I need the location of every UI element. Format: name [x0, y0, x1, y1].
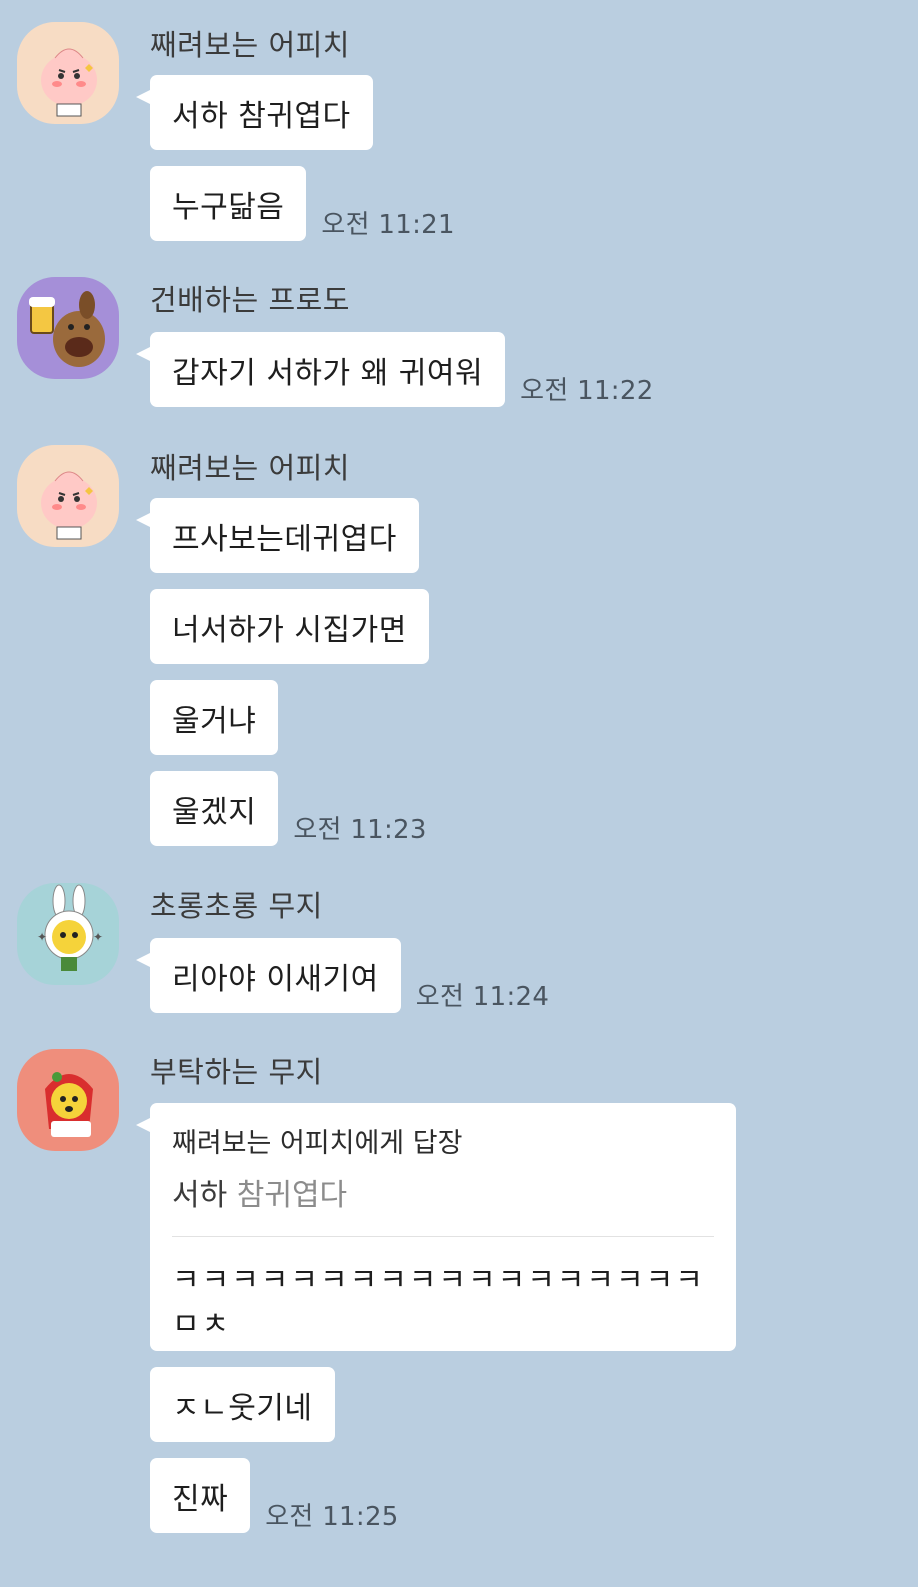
message-row: 째려보는 어피치에게 답장 서하 참귀엽다 ㅋㅋㅋㅋㅋㅋㅋㅋㅋㅋㅋㅋㅋㅋㅋㅋㅋㅋ…	[136, 1103, 736, 1351]
sender-name: 째려보는 어피치	[150, 28, 350, 62]
quoted-message: 서하 참귀엽다	[172, 1170, 714, 1214]
message-row: 갑자기 서하가 왜 귀여워 오전 11:22	[135, 332, 654, 407]
apeach-avatar-icon[interactable]	[17, 445, 119, 547]
svg-text:✦: ✦	[37, 930, 47, 944]
muzi-avatar-icon[interactable]: ✦ ✦	[17, 883, 119, 985]
quoted-text: 참귀엽다	[227, 1178, 348, 1213]
sender-name: 건배하는 프로도	[150, 283, 350, 317]
message-row: 서하 참귀엽다	[136, 75, 373, 150]
message-row: 울거냐	[150, 680, 279, 755]
timestamp: 오전 11:25	[265, 1502, 399, 1532]
message-row: 누구닮음 오전 11:21	[150, 166, 455, 241]
reply-to-label: 째려보는 어피치에게 답장	[172, 1128, 463, 1159]
frodo-avatar-icon[interactable]	[17, 277, 119, 379]
message-row: ㅈㄴ웃기네	[150, 1367, 335, 1442]
message-bubble[interactable]: 갑자기 서하가 왜 귀여워	[135, 332, 506, 407]
message-row: 울겠지 오전 11:23	[150, 771, 427, 846]
timestamp: 오전 11:22	[520, 376, 654, 406]
reply-text: ㅋㅋㅋㅋㅋㅋㅋㅋㅋㅋㅋㅋㅋㅋㅋㅋㅋㅋ ㅁㅊ	[172, 1263, 705, 1342]
timestamp: 오전 11:21	[321, 210, 455, 240]
reply-divider	[172, 1236, 714, 1237]
message-bubble[interactable]: 리아야 이새기여	[136, 938, 401, 1013]
quoted-highlight: 서하	[172, 1178, 228, 1213]
sender-name: 초롱초롱 무지	[150, 889, 323, 923]
message-bubble[interactable]: 너서하가 시집가면	[150, 589, 429, 664]
muzi-please-avatar-icon[interactable]	[17, 1049, 119, 1151]
message-row: 진짜 오전 11:25	[150, 1458, 399, 1533]
sender-name: 째려보는 어피치	[150, 451, 350, 485]
message-bubble[interactable]: 프사보는데귀엽다	[136, 498, 419, 573]
message-bubble[interactable]: 서하 참귀엽다	[136, 75, 373, 150]
message-row: 너서하가 시집가면	[150, 589, 429, 664]
apeach-avatar-icon[interactable]	[17, 22, 119, 124]
message-bubble[interactable]: 울겠지	[150, 771, 279, 846]
message-bubble[interactable]: 울거냐	[150, 680, 279, 755]
message-row: 리아야 이새기여 오전 11:24	[136, 938, 550, 1013]
message-row: 프사보는데귀엽다	[136, 498, 419, 573]
message-bubble[interactable]: 누구닮음	[150, 166, 307, 241]
timestamp: 오전 11:24	[415, 982, 550, 1012]
sender-name: 부탁하는 무지	[150, 1055, 323, 1089]
reply-message-bubble[interactable]: 째려보는 어피치에게 답장 서하 참귀엽다 ㅋㅋㅋㅋㅋㅋㅋㅋㅋㅋㅋㅋㅋㅋㅋㅋㅋㅋ…	[136, 1103, 736, 1351]
svg-text:✦: ✦	[93, 930, 103, 944]
timestamp: 오전 11:23	[293, 815, 427, 845]
message-bubble[interactable]: 진짜	[150, 1458, 251, 1533]
message-bubble[interactable]: ㅈㄴ웃기네	[150, 1367, 335, 1442]
